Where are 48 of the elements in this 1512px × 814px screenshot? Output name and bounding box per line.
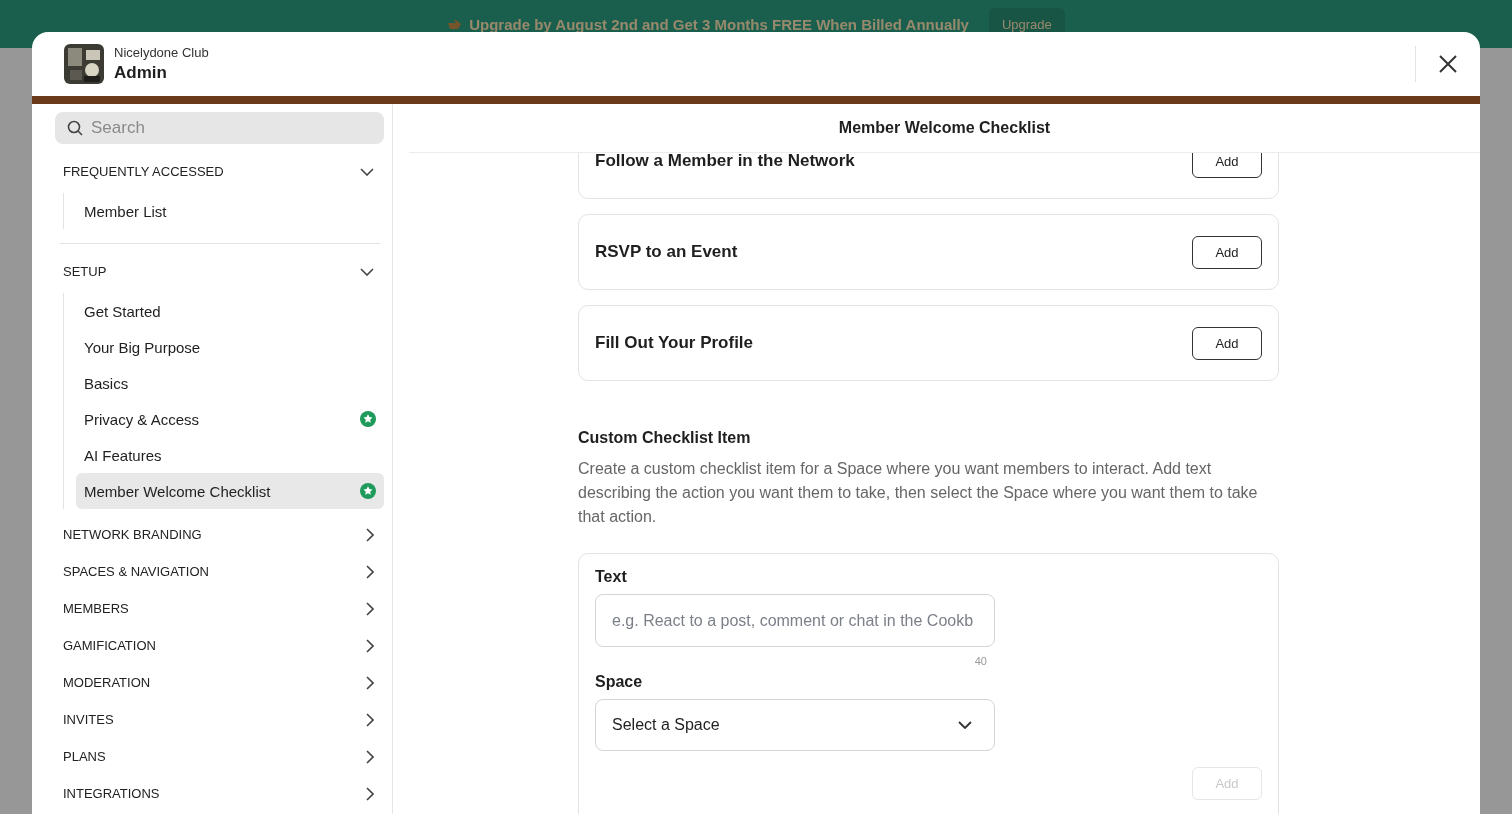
close-icon: [1439, 55, 1457, 73]
section-header[interactable]: GAMIFICATION: [55, 630, 384, 661]
modal-title: Admin: [114, 63, 168, 83]
section-header[interactable]: FREQUENTLY ACCESSED: [55, 156, 384, 187]
sidebar-item[interactable]: Member List: [76, 193, 384, 229]
sidebar-item[interactable]: Member Welcome Checklist: [76, 473, 384, 509]
section-title: SPACES & NAVIGATION: [63, 564, 209, 579]
section-title: NETWORK BRANDING: [63, 527, 202, 542]
checklist-item-label: RSVP to an Event: [595, 242, 738, 262]
section-header[interactable]: INTEGRATIONS: [55, 778, 384, 809]
section-title: PLANS: [63, 749, 106, 764]
section-header[interactable]: MODERATION: [55, 667, 384, 698]
section-header[interactable]: PLANS: [55, 741, 384, 772]
section-title: INVITES: [63, 712, 114, 727]
section-header[interactable]: INVITES: [55, 704, 384, 735]
section-header[interactable]: MEMBERS: [55, 593, 384, 624]
field-label: Text: [595, 568, 628, 586]
section-title: SETUP: [63, 264, 107, 279]
sidebar-item[interactable]: AI Features: [76, 437, 384, 473]
sidebar-item[interactable]: Your Big Purpose: [76, 329, 384, 365]
page-title: Member Welcome Checklist: [409, 104, 1480, 153]
pointing-hand-icon: [447, 18, 464, 30]
section-title: FREQUENTLY ACCESSED: [63, 164, 224, 179]
sidebar-item[interactable]: Basics: [76, 365, 384, 401]
checklist-item-label: Fill Out Your Profile: [595, 333, 754, 353]
add-button[interactable]: Add: [1192, 235, 1262, 269]
section-title: MEMBERS: [63, 601, 129, 616]
section-title: GAMIFICATION: [63, 638, 156, 653]
section-header[interactable]: NETWORK BRANDING: [55, 519, 384, 550]
chevron-down-icon: [958, 721, 972, 729]
search-field[interactable]: Search: [55, 112, 384, 144]
character-counter: 40: [973, 655, 987, 667]
sidebar-item[interactable]: Get Started: [76, 293, 384, 329]
section-header[interactable]: SPACES & NAVIGATION: [55, 556, 384, 587]
description-text: Create a custom checklist item for a Space where you want members to interact. Add text describing the action you want them to take, then select the Space where you want them to take that action.: [578, 459, 1259, 527]
section-heading: Custom Checklist Item: [578, 429, 752, 447]
checklist-item-label: Follow a Member in the Network: [595, 153, 855, 171]
add-button[interactable]: Add: [1192, 326, 1262, 360]
text-field[interactable]: e.g. React to a post, comment or chat in the Cookb: [595, 594, 995, 647]
field-label: Space: [595, 673, 644, 691]
add-button[interactable]: Add: [1192, 153, 1262, 178]
banner-text: Upgrade by August 2nd and Get 3 Months FREE When Billed Annually: [469, 15, 969, 33]
section-header[interactable]: SETUP: [55, 256, 384, 287]
space-dropdown[interactable]: Select a Space: [595, 699, 995, 751]
sidebar-item[interactable]: Privacy & Access: [76, 401, 384, 437]
section-title: INTEGRATIONS: [63, 786, 160, 801]
section-title: MODERATION: [63, 675, 151, 690]
organization-name: Nicelydone Club: [114, 45, 210, 60]
